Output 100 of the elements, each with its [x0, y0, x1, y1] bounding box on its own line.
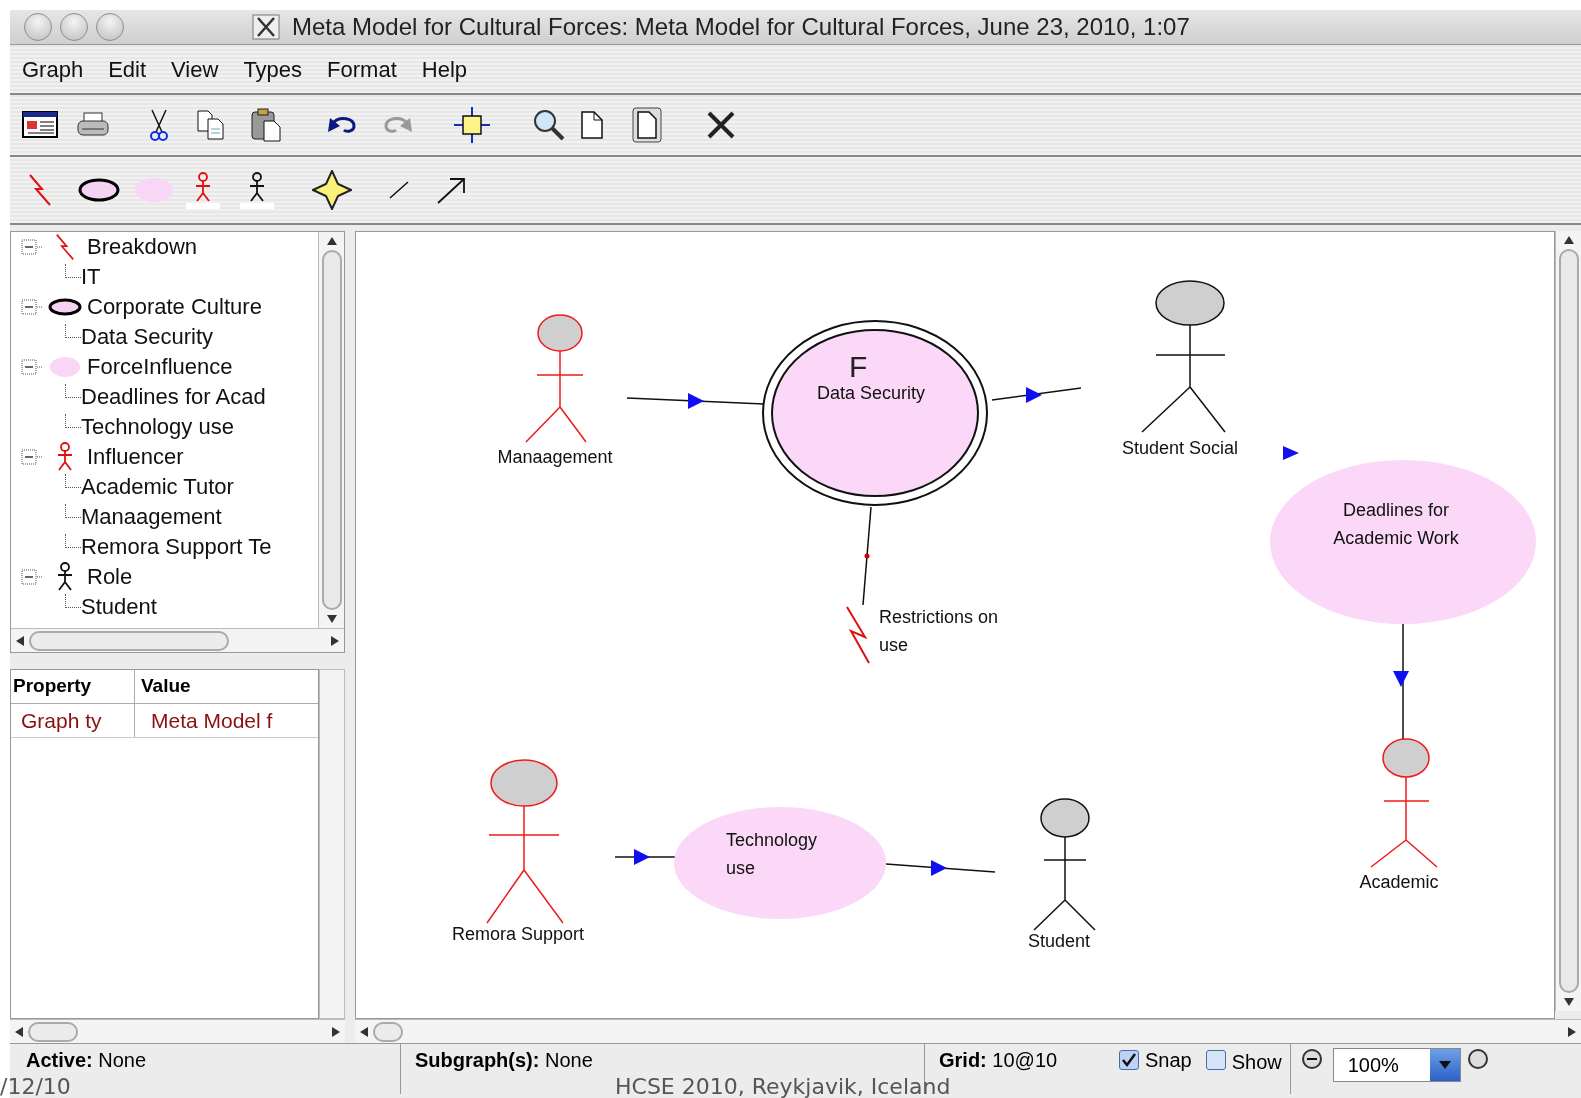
node-label: Manaagement: [497, 447, 613, 467]
node-label: Restrictions on use: [879, 607, 999, 655]
checkbox[interactable]: [1205, 1050, 1226, 1070]
window-control-icon[interactable]: [24, 13, 52, 41]
connector-arrow[interactable]: [991, 387, 1082, 403]
tree-item[interactable]: Academic Tutor: [81, 476, 234, 498]
menu-item[interactable]: View: [171, 52, 219, 86]
node-label: Academic: [1359, 872, 1439, 892]
horizontal-scrollbar[interactable]: [11, 628, 344, 652]
menu-item[interactable]: Format: [327, 52, 397, 86]
scroll-right-icon[interactable]: [330, 635, 340, 646]
scroll-left-icon[interactable]: [359, 1026, 369, 1037]
table-cell: Graph ty: [11, 704, 135, 737]
scroll-thumb[interactable]: [28, 1021, 78, 1042]
diamond-star-icon[interactable]: [312, 170, 352, 210]
column-header[interactable]: Property: [11, 670, 135, 703]
ellipse-node[interactable]: [674, 807, 886, 919]
vertical-scrollbar[interactable]: [318, 232, 344, 628]
dropdown-caret-icon[interactable]: [1438, 1061, 1451, 1069]
checkbox[interactable]: [1119, 1050, 1139, 1070]
collapse-toggle-icon[interactable]: [21, 449, 43, 465]
window-control-icon[interactable]: [60, 13, 88, 41]
tree-item[interactable]: IT: [81, 266, 101, 288]
person-tool-icon[interactable]: [240, 171, 274, 209]
crosshair-node-icon[interactable]: [454, 107, 490, 143]
connector-arrow[interactable]: [885, 860, 996, 876]
window-title: Meta Model for Cultural Forces: Meta Model for Cultural Forces, June 23, 2010, 1:07: [292, 12, 1190, 42]
scissors-icon[interactable]: [148, 108, 170, 142]
lightning-node[interactable]: [846, 606, 870, 664]
tree-item[interactable]: Corporate Culture: [87, 296, 262, 318]
node-label: Student Social: [1121, 438, 1239, 458]
scroll-up-icon[interactable]: [326, 236, 337, 246]
slide-footer-text: HCSE 2010, Reykjavik, Iceland: [615, 1076, 951, 1098]
person-figure[interactable]: [1033, 798, 1096, 931]
person-figure[interactable]: [1141, 280, 1226, 433]
status-field: Active: None: [10, 1048, 400, 1072]
scroll-left-icon[interactable]: [14, 1026, 24, 1037]
menu-item[interactable]: Types: [243, 52, 303, 86]
scroll-thumb[interactable]: [373, 1021, 403, 1042]
vertical-scrollbar[interactable]: [1555, 231, 1581, 1011]
arrow-tool-icon[interactable]: [436, 175, 468, 205]
lightning-tool-icon: [28, 173, 52, 207]
close-icon[interactable]: [706, 110, 736, 140]
zoom-dropdown[interactable]: 100%: [1332, 1048, 1461, 1082]
tree-item[interactable]: Breakdown: [87, 236, 198, 258]
scroll-thumb[interactable]: [1558, 249, 1579, 993]
tree-item[interactable]: Influencer: [87, 446, 184, 468]
scroll-up-icon[interactable]: [1563, 235, 1574, 245]
node-label: Remora Support: [451, 924, 585, 944]
copy-icon[interactable]: [196, 109, 226, 141]
ellipse-node[interactable]: [1270, 460, 1536, 624]
diagram-canvas[interactable]: Manaagement F Data Security Student Social Deadlines for Academic Work Restrictions on use Academic Remora Support Technology use Student: [355, 231, 1555, 1019]
tree-item[interactable]: Manaagement: [81, 506, 222, 528]
connector-arrow[interactable]: [614, 849, 676, 865]
collapse-toggle-icon[interactable]: [21, 569, 43, 585]
checkbox-label: Snap: [1145, 1048, 1192, 1072]
menu-item[interactable]: Help: [421, 52, 467, 86]
collapse-toggle-icon[interactable]: [21, 359, 43, 375]
tree-item[interactable]: Remora Support Te: [81, 536, 272, 558]
connector-arrow[interactable]: [1393, 623, 1409, 741]
zoom-out-icon[interactable]: [1300, 1048, 1323, 1070]
connector-arrow[interactable]: [626, 393, 765, 409]
collapse-toggle-icon[interactable]: [21, 299, 43, 315]
vertical-scrollbar[interactable]: [319, 669, 345, 1019]
column-header[interactable]: Value: [135, 670, 318, 703]
scroll-thumb[interactable]: [321, 250, 342, 610]
scroll-down-icon[interactable]: [1563, 997, 1574, 1007]
tree-item[interactable]: Role: [87, 566, 133, 588]
clipboard-icon[interactable]: [250, 107, 282, 143]
window-control-icon[interactable]: [96, 13, 124, 41]
tree-item[interactable]: Deadlines for Acad: [81, 386, 266, 408]
lightning-icon: [55, 233, 75, 261]
menu-item[interactable]: Graph: [22, 52, 84, 86]
ellipse-tool-icon[interactable]: [78, 177, 120, 203]
scroll-down-icon[interactable]: [326, 614, 337, 624]
scroll-left-icon[interactable]: [15, 635, 25, 646]
connector-line[interactable]: [862, 506, 872, 606]
search-icon[interactable]: [532, 108, 566, 142]
tree-item[interactable]: Student: [81, 596, 157, 618]
double-ellipse-node[interactable]: [762, 320, 988, 506]
line-tool-icon[interactable]: [388, 180, 410, 200]
zoom-in-icon[interactable]: [1466, 1048, 1489, 1070]
horizontal-scrollbar[interactable]: [355, 1019, 1581, 1043]
page-icon[interactable]: [580, 110, 604, 140]
tree-item[interactable]: Data Security: [81, 326, 214, 348]
tree-item[interactable]: Technology use: [81, 416, 234, 438]
node-label: Data Security: [817, 383, 925, 403]
node-marker: F: [849, 350, 868, 383]
horizontal-scrollbar[interactable]: [10, 1019, 345, 1043]
status-field: Grid: 10@10: [939, 1048, 1119, 1072]
collapse-toggle-icon[interactable]: [21, 239, 43, 255]
tree-item[interactable]: ForceInfluence: [87, 356, 233, 378]
scroll-right-icon[interactable]: [1567, 1026, 1577, 1037]
page-framed-icon[interactable]: [632, 107, 662, 143]
scroll-thumb[interactable]: [29, 630, 229, 651]
menu-item[interactable]: Edit: [108, 52, 147, 86]
scroll-right-icon[interactable]: [331, 1026, 341, 1037]
node-label: Student: [1027, 931, 1091, 951]
printer-icon[interactable]: [76, 111, 110, 139]
undo-icon[interactable]: [326, 114, 358, 136]
